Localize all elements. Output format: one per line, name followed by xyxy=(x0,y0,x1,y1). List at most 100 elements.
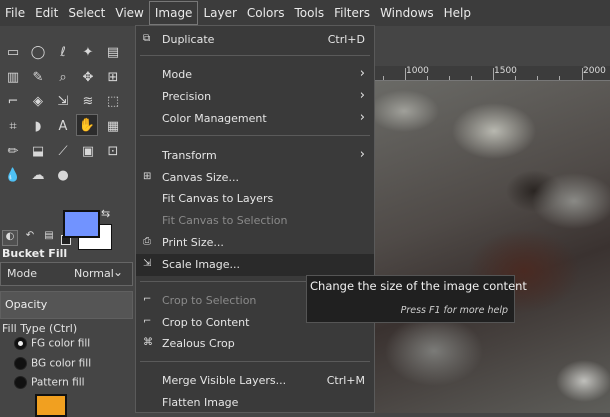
menu-colors[interactable]: Colors xyxy=(242,2,290,24)
menu-item-label: Color Management xyxy=(162,112,267,125)
menu-item-precision[interactable]: Precision › xyxy=(136,86,374,108)
radio-icon xyxy=(14,357,27,370)
scale-icon: ⇲ xyxy=(143,258,152,269)
menu-item-label: Zealous Crop xyxy=(162,337,235,350)
ellipse-select-icon[interactable]: ◯ xyxy=(27,41,49,63)
scale-tool-icon[interactable]: ⇲ xyxy=(52,90,74,112)
swap-colors-icon[interactable]: ⇆ xyxy=(101,207,110,220)
airbrush-icon[interactable]: ⟋ xyxy=(52,140,74,162)
foreground-color-swatch[interactable] xyxy=(63,210,100,238)
ruler-label: 1000 xyxy=(406,66,429,76)
paths-icon[interactable]: ◗ xyxy=(27,115,49,137)
menu-item-zealous-crop[interactable]: ⌘ Zealous Crop xyxy=(136,333,374,355)
menu-item-print-size[interactable]: ⎙ Print Size... xyxy=(136,232,374,254)
menu-item-label: Transform xyxy=(162,149,217,162)
menu-image[interactable]: Image xyxy=(148,1,199,25)
eraser-icon[interactable]: ⬓ xyxy=(27,140,49,162)
tooltip: Change the size of the image content Pre… xyxy=(306,275,527,323)
fill-type-label: Fill Type (Ctrl) xyxy=(2,322,78,335)
tool-options-tab-icon[interactable]: ◐ xyxy=(2,230,18,246)
menu-select[interactable]: Select xyxy=(63,2,110,24)
menu-item-shortcut: Ctrl+D xyxy=(327,33,365,46)
opacity-label: Opacity xyxy=(5,298,48,311)
fill-option-bg[interactable]: BG color fill xyxy=(14,357,91,373)
menu-view[interactable]: View xyxy=(110,2,148,24)
opacity-slider[interactable]: Opacity xyxy=(0,291,133,319)
smudge-icon[interactable]: ☁ xyxy=(27,164,49,186)
menu-edit[interactable]: Edit xyxy=(30,2,63,24)
mode-select[interactable]: Mode Normal ⌄ xyxy=(0,262,133,286)
mode-value: Normal xyxy=(74,267,114,280)
clone-icon[interactable]: ▣ xyxy=(77,140,99,162)
color-select-icon[interactable]: ▤ xyxy=(102,41,124,63)
lasso-icon[interactable]: ℓ xyxy=(52,41,74,63)
move-icon[interactable]: ✥ xyxy=(77,66,99,88)
ruler-tick xyxy=(559,76,560,80)
foreground-select-icon[interactable]: ▥ xyxy=(2,66,24,88)
align-icon[interactable]: ⊞ xyxy=(102,66,124,88)
menu-help[interactable]: Help xyxy=(439,2,476,24)
toolbox: ▭ ◯ ℓ ✦ ▤ ▥ ✎ ⌕ ✥ ⊞ ⌐ ◈ ⇲ ≋ ⬚ ⌗ ◗ A ✋ ▦ … xyxy=(0,26,135,413)
ruler-tick xyxy=(493,68,494,80)
menu-item-fit-canvas-layers[interactable]: Fit Canvas to Layers xyxy=(136,188,374,210)
pattern-thumbnail[interactable] xyxy=(35,394,67,417)
menu-item-mode[interactable]: Mode › xyxy=(136,64,374,86)
menu-file[interactable]: File xyxy=(0,2,30,24)
menu-item-fit-canvas-selection: Fit Canvas to Selection xyxy=(136,210,374,232)
ruler-tick xyxy=(405,68,406,80)
images-tab-icon[interactable]: ▤ xyxy=(42,230,56,244)
fill-option-fg[interactable]: FG color fill xyxy=(14,337,90,353)
menu-item-label: Print Size... xyxy=(162,236,224,249)
menu-filters[interactable]: Filters xyxy=(329,2,375,24)
heal-icon[interactable]: ⊡ xyxy=(102,140,124,162)
menu-item-label: Canvas Size... xyxy=(162,171,239,184)
crop-icon: ⌐ xyxy=(143,316,152,327)
rect-select-icon[interactable]: ▭ xyxy=(2,41,24,63)
tool-options-title: Bucket Fill xyxy=(2,247,68,260)
perspective-icon[interactable]: ⬚ xyxy=(102,90,124,112)
color-picker-icon[interactable]: ✎ xyxy=(27,66,49,88)
menu-item-color-management[interactable]: Color Management › xyxy=(136,108,374,130)
image-canvas[interactable] xyxy=(374,81,610,413)
menu-item-transform[interactable]: Transform › xyxy=(136,145,374,167)
ruler-label: 1500 xyxy=(494,66,517,76)
menu-item-merge-visible[interactable]: Merge Visible Layers... Ctrl+M xyxy=(136,370,374,392)
fill-option-pattern[interactable]: Pattern fill xyxy=(14,376,85,392)
menu-item-scale-image[interactable]: ⇲ Scale Image... xyxy=(136,254,374,276)
blur-icon[interactable]: 💧 xyxy=(2,164,24,186)
menu-item-duplicate[interactable]: ⧉ Duplicate Ctrl+D xyxy=(136,29,374,51)
text-tool-icon[interactable]: A xyxy=(52,115,74,137)
unified-transform-icon[interactable]: ◈ xyxy=(27,90,49,112)
chevron-down-icon: ⌄ xyxy=(113,265,124,279)
radio-icon xyxy=(14,337,27,350)
dodge-icon[interactable]: ● xyxy=(52,164,74,186)
menu-item-flatten-image[interactable]: Flatten Image xyxy=(136,392,374,414)
chevron-right-icon: › xyxy=(359,147,365,162)
bucket-fill-icon[interactable]: ✋ xyxy=(76,114,98,136)
menu-item-canvas-size[interactable]: ⊞ Canvas Size... xyxy=(136,167,374,189)
duplicate-icon: ⧉ xyxy=(143,33,151,44)
fuzzy-select-icon[interactable]: ✦ xyxy=(77,41,99,63)
undo-history-tab-icon[interactable]: ↶ xyxy=(23,230,37,244)
menu-separator xyxy=(140,135,370,136)
ruler-tick xyxy=(515,76,516,80)
ruler-tick xyxy=(537,76,538,80)
canvas-size-icon: ⊞ xyxy=(143,171,152,182)
print-icon: ⎙ xyxy=(143,236,151,247)
ruler-tick xyxy=(449,76,450,80)
cage-transform-icon[interactable]: ⌗ xyxy=(2,115,24,137)
menu-layer[interactable]: Layer xyxy=(198,2,241,24)
menu-item-shortcut: Ctrl+M xyxy=(326,374,365,387)
fill-option-label: BG color fill xyxy=(31,357,92,370)
fill-option-label: Pattern fill xyxy=(31,376,85,389)
zoom-icon[interactable]: ⌕ xyxy=(52,66,74,88)
crop-tool-icon[interactable]: ⌐ xyxy=(2,90,24,112)
pencil-icon[interactable]: ✏ xyxy=(2,140,24,162)
gradient-icon[interactable]: ▦ xyxy=(102,115,124,137)
warp-icon[interactable]: ≋ xyxy=(77,90,99,112)
radio-icon xyxy=(14,376,27,389)
menu-item-label: Mode xyxy=(162,68,192,81)
menu-tools[interactable]: Tools xyxy=(290,2,330,24)
ruler-label: 2000 xyxy=(583,66,606,76)
menu-windows[interactable]: Windows xyxy=(375,2,439,24)
